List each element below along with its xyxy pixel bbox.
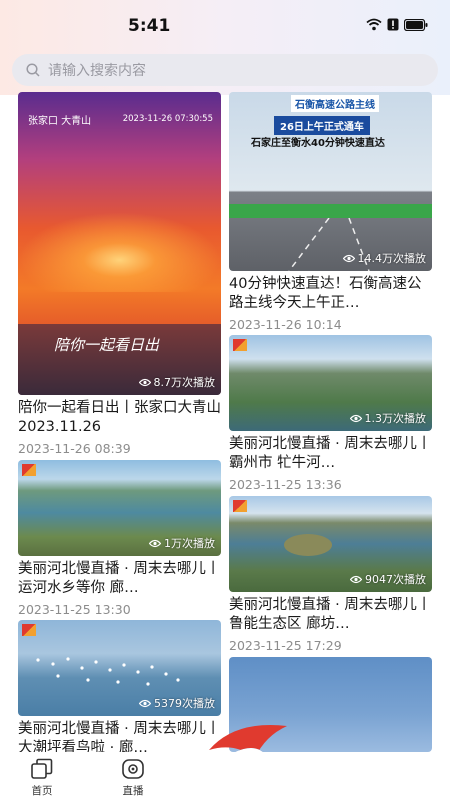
- video-card[interactable]: 石衡高速公路主线 26日上午正式通车 石家庄至衡水40分钟快速直达 14.4万次…: [229, 92, 432, 332]
- video-thumbnail[interactable]: 张家口 大青山 2023-11-26 07:30:55 陪你一起看日出 8.7万…: [18, 92, 221, 395]
- nav-live-label: 直播: [122, 785, 144, 797]
- video-thumbnail[interactable]: 5379次播放: [18, 620, 221, 716]
- play-count: 1万次播放: [149, 535, 215, 551]
- play-count: 1.3万次播放: [349, 410, 427, 426]
- status-bar: 5:41: [0, 0, 450, 52]
- video-thumbnail[interactable]: 石衡高速公路主线 26日上午正式通车 石家庄至衡水40分钟快速直达 14.4万次…: [229, 92, 432, 271]
- search-input[interactable]: 请输入搜索内容: [12, 54, 438, 86]
- search-icon: [26, 63, 40, 77]
- live-tab-icon: [122, 759, 144, 779]
- battery-icon: [404, 18, 428, 31]
- video-date: 2023-11-26 10:14: [229, 317, 342, 332]
- play-count-text: 1.3万次播放: [364, 412, 427, 425]
- banner-bottom: 石家庄至衡水40分钟快速直达: [251, 138, 385, 149]
- home-tab-icon: [31, 758, 53, 779]
- bird-flock: [36, 657, 180, 686]
- video-thumbnail[interactable]: 1.3万次播放: [229, 335, 432, 431]
- video-card[interactable]: 张家口 大青山 2023-11-26 07:30:55 陪你一起看日出 8.7万…: [18, 92, 221, 456]
- status-icons: [366, 18, 428, 31]
- video-date: 2023-11-25 13:30: [18, 602, 131, 617]
- video-card[interactable]: 5379次播放 美丽河北慢直播 · 周末去哪儿丨大潮坪看鸟啦 · 廊…: [18, 620, 221, 758]
- play-count: 5379次播放: [139, 695, 215, 711]
- eye-icon: [349, 414, 362, 422]
- eye-icon: [138, 378, 151, 386]
- video-date: 2023-11-26 08:39: [18, 441, 131, 456]
- status-time: 5:41: [128, 16, 171, 36]
- video-card[interactable]: 1.3万次播放 美丽河北慢直播 · 周末去哪儿丨霸州市 牤牛河… 2023-11…: [229, 335, 432, 492]
- search-placeholder: 请输入搜索内容: [48, 63, 146, 79]
- eye-icon: [350, 575, 362, 583]
- video-title[interactable]: 美丽河北慢直播 · 周末去哪儿丨霸州市 牤牛河…: [229, 435, 432, 473]
- video-card[interactable]: 1万次播放 美丽河北慢直播 · 周末去哪儿丨运河水乡等你 廊… 2023-11-…: [18, 460, 221, 617]
- sunrise-glow: [18, 212, 221, 292]
- eye-icon: [342, 254, 355, 262]
- nav-live[interactable]: 直播: [121, 758, 145, 798]
- channel-logo: [233, 500, 247, 512]
- overlay-calligraphy: 陪你一起看日出: [54, 336, 160, 354]
- video-thumbnail[interactable]: 1万次播放: [18, 460, 221, 556]
- play-count-text: 9047次播放: [365, 573, 426, 586]
- banner-mid: 26日上午正式通车: [274, 116, 370, 135]
- video-date: 2023-11-25 13:36: [229, 477, 342, 492]
- video-title[interactable]: 陪你一起看日出丨张家口大青山 2023.11.26: [18, 399, 221, 437]
- nav-home-label: 首页: [31, 785, 53, 797]
- nav-home[interactable]: 首页: [30, 758, 54, 798]
- channel-logo: [22, 464, 36, 476]
- play-count-text: 8.7万次播放: [153, 376, 216, 389]
- green-barrier: [229, 204, 432, 218]
- video-thumbnail[interactable]: 9047次播放: [229, 496, 432, 592]
- video-title[interactable]: 美丽河北慢直播 · 周末去哪儿丨运河水乡等你 廊…: [18, 560, 221, 598]
- play-count: 9047次播放: [350, 571, 426, 587]
- channel-logo: [22, 624, 36, 636]
- video-card[interactable]: 9047次播放 美丽河北慢直播 · 周末去哪儿丨鲁能生态区 廊坊… 2023-1…: [229, 496, 432, 653]
- island: [284, 534, 332, 556]
- video-title[interactable]: 40分钟快速直达！石衡高速公路主线今天上午正…: [229, 275, 432, 313]
- banner-top: 石衡高速公路主线: [291, 95, 379, 112]
- play-count-text: 5379次播放: [154, 697, 215, 710]
- overlay-date: 2023-11-26 07:30:55: [122, 114, 213, 124]
- play-count: 14.4万次播放: [342, 250, 427, 266]
- video-title[interactable]: 美丽河北慢直播 · 周末去哪儿丨鲁能生态区 廊坊…: [229, 596, 432, 634]
- video-date: 2023-11-25 17:29: [229, 638, 342, 653]
- bottom-nav: 首页 直播: [0, 752, 450, 800]
- play-count: 8.7万次播放: [138, 374, 216, 390]
- play-count-text: 14.4万次播放: [357, 252, 427, 265]
- play-count-text: 1万次播放: [164, 537, 215, 550]
- overlay-place: 张家口 大青山: [28, 116, 92, 127]
- wifi-icon: [366, 18, 382, 31]
- eye-icon: [139, 699, 151, 707]
- channel-logo: [233, 339, 247, 351]
- eye-icon: [149, 539, 161, 547]
- alert-icon: [387, 18, 399, 31]
